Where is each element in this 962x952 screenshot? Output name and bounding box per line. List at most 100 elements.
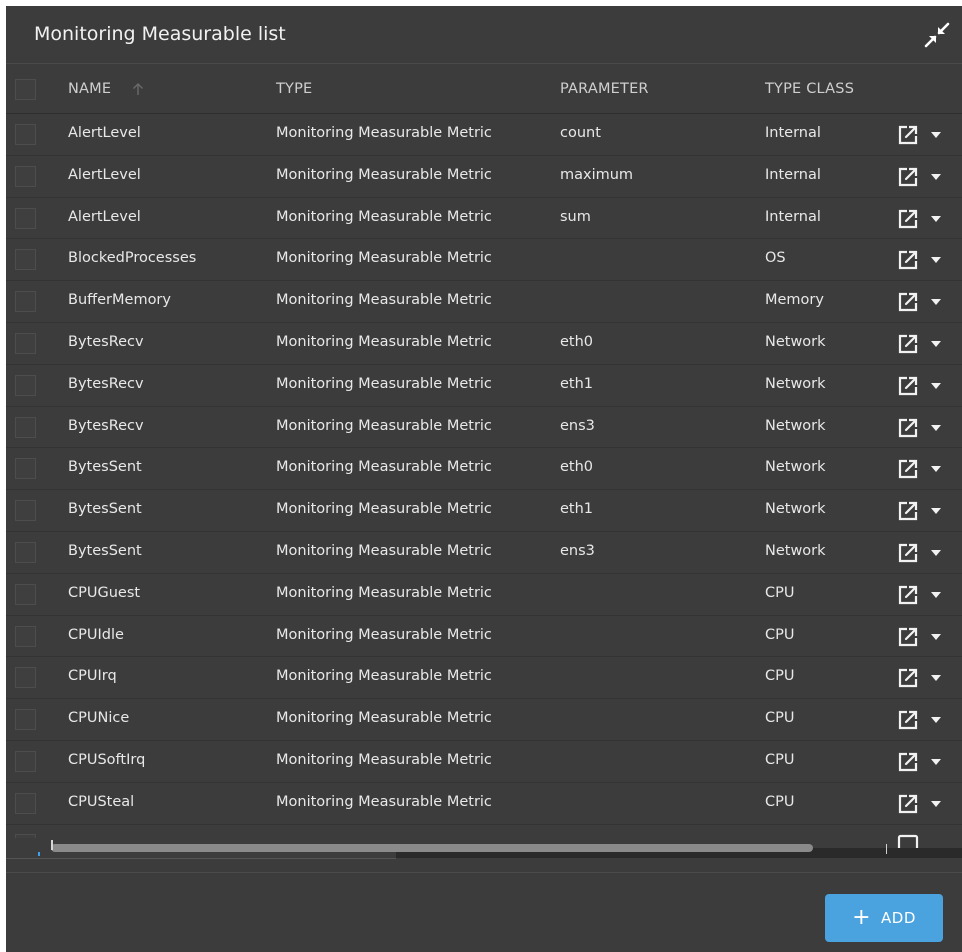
add-button[interactable]: + ADD bbox=[825, 894, 943, 942]
row-checkbox[interactable] bbox=[15, 541, 36, 563]
table-row[interactable]: BytesRecv Monitoring Measurable Metric ens… bbox=[6, 407, 962, 449]
row-checkbox[interactable] bbox=[15, 583, 36, 605]
open-external-icon[interactable] bbox=[897, 709, 919, 731]
cell-name: CPUIdle bbox=[68, 626, 124, 643]
table-row[interactable]: BytesSent Monitoring Measurable Metric eth… bbox=[6, 448, 962, 491]
table-row[interactable]: CPUGuest Monitoring Measurable Metric CPU bbox=[6, 574, 962, 616]
cell-name: AlertLevel bbox=[68, 208, 141, 225]
row-checkbox[interactable] bbox=[15, 500, 36, 522]
column-header-parameter[interactable]: PARAMETER bbox=[560, 81, 649, 97]
cell-name: BytesSent bbox=[68, 459, 142, 476]
table-row[interactable]: BytesSent Monitoring Measurable Metric ens… bbox=[6, 532, 962, 574]
cell-name: AlertLevel bbox=[68, 166, 141, 183]
chevron-down-icon[interactable] bbox=[931, 758, 941, 765]
row-checkbox[interactable] bbox=[15, 416, 36, 438]
chevron-down-icon[interactable] bbox=[931, 675, 941, 682]
open-external-icon[interactable] bbox=[897, 584, 919, 606]
row-checkbox[interactable] bbox=[15, 667, 36, 689]
cell-type: Monitoring Measurable Metric bbox=[276, 375, 492, 392]
open-external-icon[interactable] bbox=[897, 375, 919, 397]
cell-type-class: Network bbox=[765, 333, 826, 350]
chevron-down-icon[interactable] bbox=[931, 299, 941, 306]
row-checkbox[interactable] bbox=[15, 332, 36, 354]
cell-name: CPUNice bbox=[68, 710, 130, 727]
row-checkbox[interactable] bbox=[15, 249, 36, 271]
chevron-down-icon[interactable] bbox=[931, 549, 941, 556]
open-external-icon[interactable] bbox=[897, 291, 919, 313]
cell-name: BufferMemory bbox=[68, 292, 171, 309]
chevron-down-icon[interactable] bbox=[931, 382, 941, 389]
cell-type-class: Network bbox=[765, 375, 826, 392]
cell-type-class: CPU bbox=[765, 793, 795, 810]
monitoring-measurable-panel: Monitoring Measurable list NAME TYPE PAR… bbox=[6, 6, 962, 952]
open-external-icon[interactable] bbox=[897, 751, 919, 773]
table-row[interactable]: BytesSent Monitoring Measurable Metric eth… bbox=[6, 490, 962, 532]
row-checkbox[interactable] bbox=[15, 165, 36, 187]
open-external-icon[interactable] bbox=[897, 542, 919, 564]
row-checkbox[interactable] bbox=[15, 207, 36, 229]
row-checkbox[interactable] bbox=[15, 709, 36, 731]
horizontal-scrollbar[interactable] bbox=[6, 838, 962, 858]
chevron-down-icon[interactable] bbox=[931, 215, 941, 222]
cell-type: Monitoring Measurable Metric bbox=[276, 584, 492, 601]
row-checkbox[interactable] bbox=[15, 374, 36, 396]
row-checkbox[interactable] bbox=[15, 458, 36, 480]
chevron-down-icon[interactable] bbox=[931, 591, 941, 598]
chevron-down-icon[interactable] bbox=[931, 340, 941, 347]
collapse-arrows-icon[interactable] bbox=[924, 22, 950, 48]
cell-parameter: count bbox=[560, 125, 601, 141]
chevron-down-icon[interactable] bbox=[931, 717, 941, 724]
chevron-down-icon[interactable] bbox=[931, 466, 941, 473]
open-external-icon[interactable] bbox=[897, 124, 919, 146]
cell-type: Monitoring Measurable Metric bbox=[276, 751, 492, 768]
open-external-icon[interactable] bbox=[897, 667, 919, 689]
open-external-icon[interactable] bbox=[897, 793, 919, 815]
row-checkbox[interactable] bbox=[15, 291, 36, 313]
table-row[interactable]: CPUSteal Monitoring Measurable Metric CPU bbox=[6, 783, 962, 825]
open-external-icon[interactable] bbox=[897, 208, 919, 230]
table-row[interactable]: CPUIrq Monitoring Measurable Metric CPU bbox=[6, 657, 962, 700]
row-checkbox[interactable] bbox=[15, 750, 36, 772]
cell-type: Monitoring Measurable Metric bbox=[276, 668, 492, 685]
chevron-down-icon[interactable] bbox=[931, 508, 941, 515]
row-checkbox[interactable] bbox=[15, 792, 36, 814]
chevron-down-icon[interactable] bbox=[931, 424, 941, 431]
chevron-down-icon[interactable] bbox=[931, 173, 941, 180]
open-external-icon[interactable] bbox=[897, 417, 919, 439]
table-row[interactable]: BufferMemory Monitoring Measurable Metric… bbox=[6, 281, 962, 323]
chevron-down-icon[interactable] bbox=[931, 633, 941, 640]
table-row[interactable]: CPUIdle Monitoring Measurable Metric CPU bbox=[6, 616, 962, 658]
open-external-icon[interactable] bbox=[897, 626, 919, 648]
scrollbar-thumb[interactable] bbox=[51, 844, 813, 852]
column-header-name[interactable]: NAME bbox=[68, 81, 111, 97]
open-external-icon[interactable] bbox=[897, 500, 919, 522]
table-row[interactable]: BytesRecv Monitoring Measurable Metric eth… bbox=[6, 365, 962, 407]
column-header-type-class[interactable]: TYPE CLASS bbox=[765, 81, 854, 97]
table-row[interactable]: AlertLevel Monitoring Measurable Metric su… bbox=[6, 198, 962, 240]
sort-ascending-arrow-icon[interactable] bbox=[132, 82, 144, 96]
table-row[interactable]: CPUSoftIrq Monitoring Measurable Metric CP… bbox=[6, 741, 962, 783]
cell-name: CPUIrq bbox=[68, 668, 117, 685]
open-external-icon[interactable] bbox=[897, 333, 919, 355]
table-row[interactable]: CPUNice Monitoring Measurable Metric CPU bbox=[6, 699, 962, 741]
column-header-type[interactable]: TYPE bbox=[276, 81, 312, 97]
table-row[interactable]: BlockedProcesses Monitoring Measurable Me… bbox=[6, 239, 962, 282]
cell-parameter: eth0 bbox=[560, 333, 594, 350]
table-row[interactable]: AlertLevel Monitoring Measurable Metric ma… bbox=[6, 156, 962, 198]
row-checkbox[interactable] bbox=[15, 625, 36, 647]
table-row[interactable]: AlertLevel Monitoring Measurable Metric co… bbox=[6, 114, 962, 156]
chevron-down-icon[interactable] bbox=[931, 257, 941, 264]
open-external-icon[interactable] bbox=[897, 458, 919, 480]
row-checkbox[interactable] bbox=[15, 124, 36, 145]
table-row[interactable]: BytesRecv Monitoring Measurable Metric eth… bbox=[6, 323, 962, 365]
cell-name: BytesSent bbox=[68, 542, 142, 559]
chevron-down-icon[interactable] bbox=[931, 800, 941, 807]
cell-type: Monitoring Measurable Metric bbox=[276, 626, 492, 643]
cell-type-class: Network bbox=[765, 417, 826, 434]
open-external-icon[interactable] bbox=[897, 166, 919, 188]
chevron-down-icon[interactable] bbox=[931, 132, 941, 138]
select-all-checkbox[interactable] bbox=[15, 79, 36, 100]
open-external-icon[interactable] bbox=[897, 249, 919, 271]
cell-name: CPUSoftIrq bbox=[68, 751, 146, 768]
cell-type-class: Internal bbox=[765, 208, 821, 225]
